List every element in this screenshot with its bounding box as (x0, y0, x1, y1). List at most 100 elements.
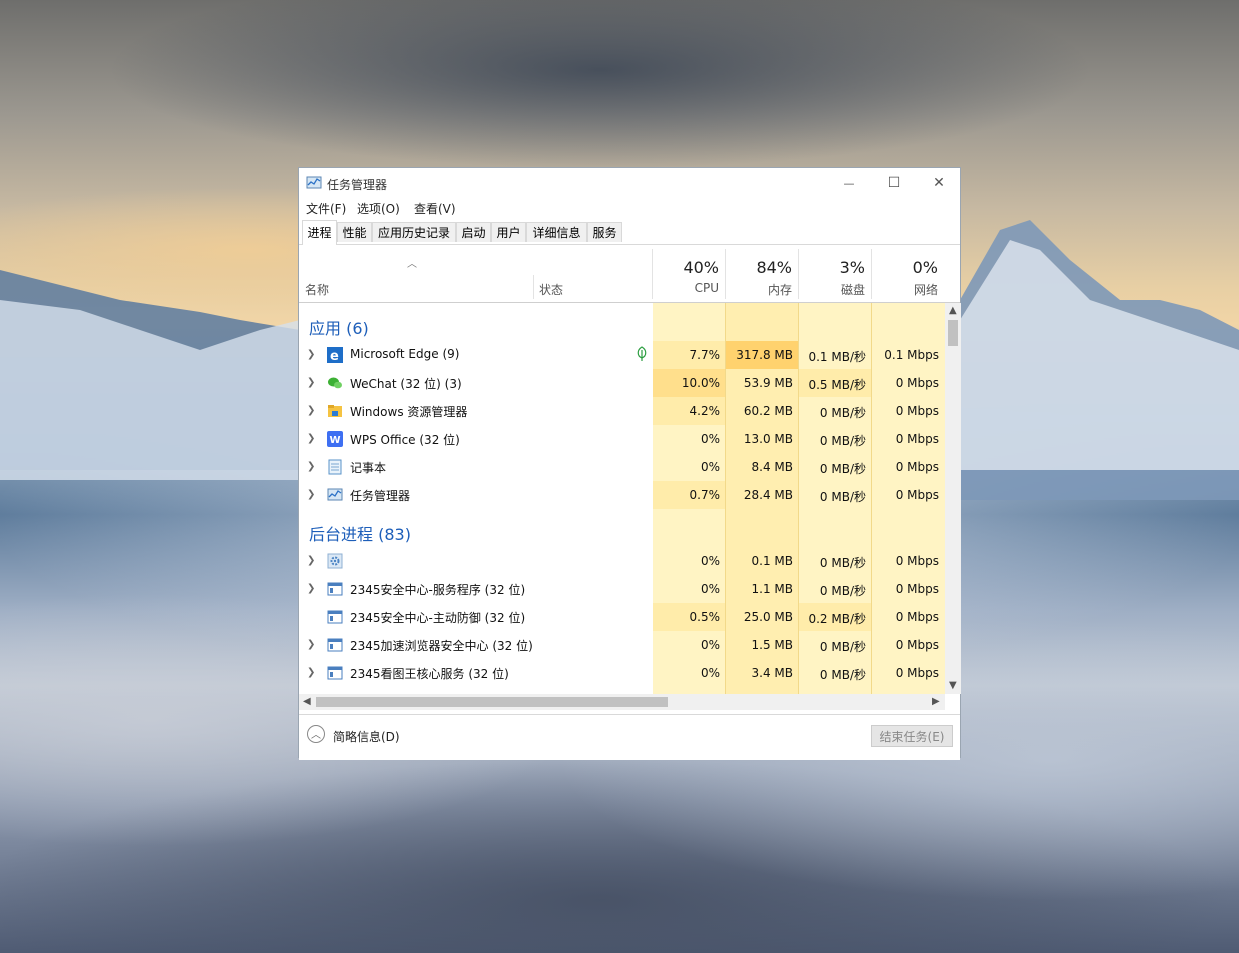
chevron-right-icon[interactable]: ❯ (307, 555, 315, 566)
minimize-icon: — (843, 176, 855, 190)
cpu-total: 40% (683, 258, 719, 277)
disk-value: 0 MB/秒 (819, 462, 866, 476)
scroll-right-icon[interactable]: ▶ (932, 696, 940, 707)
group-background-processes: 后台进程 (83) (309, 525, 411, 544)
fewer-details-label: 简略信息(D) (333, 730, 400, 744)
network-value: 0.1 Mbps (884, 348, 939, 362)
disk-value: 0.1 MB/秒 (808, 350, 866, 364)
maximize-icon: ☐ (887, 175, 901, 191)
disk-value: 0 MB/秒 (819, 584, 866, 598)
tab-users[interactable]: 用户 (491, 222, 526, 242)
group-apps: 应用 (6) (309, 319, 369, 338)
memory-value: 53.9 MB (743, 376, 793, 390)
column-status[interactable]: 状态 (539, 281, 563, 298)
title-bar[interactable]: 任务管理器 — ☐ ✕ (299, 168, 960, 198)
chevron-right-icon[interactable]: ❯ (307, 667, 315, 678)
menu-file[interactable]: 文件(F) (306, 200, 346, 217)
vertical-scrollbar[interactable]: ▲ ▼ (945, 303, 961, 694)
network-value: 0 Mbps (895, 404, 939, 418)
process-row[interactable]: ❯ 0% 0.1 MB 0 MB/秒 0 Mbps (299, 547, 945, 575)
memory-label: 内存 (767, 283, 792, 297)
scroll-left-icon[interactable]: ◀ (303, 696, 311, 707)
tab-services[interactable]: 服务 (587, 222, 622, 242)
process-row[interactable]: ❯ 任务管理器 0.7% 28.4 MB 0 MB/秒 0 Mbps (299, 481, 945, 509)
memory-value: 13.0 MB (743, 432, 793, 446)
process-name: Windows 资源管理器 (350, 405, 468, 419)
cpu-value: 0.7% (689, 488, 721, 502)
task-manager-window: 任务管理器 — ☐ ✕ 文件(F) 选项(O) 查看(V) 进程 性能 应用历史… (298, 167, 961, 760)
process-row[interactable]: ❯ Windows 资源管理器 4.2% 60.2 MB 0 MB/秒 0 Mb… (299, 397, 945, 425)
end-task-button[interactable]: 结束任务(E) (871, 725, 953, 747)
scroll-down-icon[interactable]: ▼ (949, 680, 957, 691)
process-row[interactable]: ❯ WeChat (32 位) (3) 10.0% 53.9 MB 0.5 MB… (299, 369, 945, 397)
service-window-icon (327, 582, 343, 596)
cpu-value: 0% (700, 638, 720, 652)
cpu-label: CPU (694, 281, 719, 295)
disk-total: 3% (839, 258, 865, 277)
tab-details[interactable]: 详细信息 (526, 222, 587, 242)
memory-value: 28.4 MB (743, 488, 793, 502)
process-row[interactable]: ❯ W WPS Office (32 位) 0% 13.0 MB 0 MB/秒 … (299, 425, 945, 453)
disk-value: 0 MB/秒 (819, 668, 866, 682)
window-title: 任务管理器 (327, 178, 388, 192)
column-name[interactable]: 名称 (305, 281, 329, 298)
menu-options[interactable]: 选项(O) (357, 200, 400, 217)
close-button[interactable]: ✕ (916, 168, 962, 198)
minimize-button[interactable]: — (826, 168, 872, 198)
memory-value: 60.2 MB (743, 404, 793, 418)
cpu-value: 0% (700, 460, 720, 474)
memory-value: 0.1 MB (751, 554, 793, 568)
process-name: 记事本 (350, 461, 387, 475)
process-name: 2345看图王核心服务 (32 位) (350, 667, 509, 681)
disk-value: 0 MB/秒 (819, 556, 866, 570)
scroll-up-icon[interactable]: ▲ (949, 305, 957, 316)
process-row[interactable]: ❯ 2345安全中心-服务程序 (32 位) 0% 1.1 MB 0 MB/秒 … (299, 575, 945, 603)
horizontal-scrollbar[interactable]: ◀ ▶ (299, 694, 945, 710)
chevron-right-icon[interactable]: ❯ (307, 639, 315, 650)
chevron-right-icon[interactable]: ❯ (307, 461, 315, 472)
vertical-scroll-thumb[interactable] (948, 320, 958, 346)
memory-value: 8.4 MB (751, 460, 793, 474)
memory-value: 1.5 MB (751, 638, 793, 652)
chevron-right-icon[interactable]: ❯ (307, 433, 315, 444)
cpu-value: 10.0% (681, 376, 720, 390)
chevron-right-icon[interactable]: ❯ (307, 583, 315, 594)
disk-value: 0 MB/秒 (819, 406, 866, 420)
horizontal-scroll-thumb[interactable] (316, 697, 668, 707)
tab-app-history[interactable]: 应用历史记录 (372, 222, 456, 242)
svg-text:e: e (330, 349, 339, 363)
chevron-right-icon[interactable]: ❯ (307, 349, 315, 360)
tab-processes[interactable]: 进程 (302, 220, 337, 245)
wechat-icon (328, 377, 342, 389)
tab-startup[interactable]: 启动 (456, 222, 491, 242)
process-name: 2345加速浏览器安全中心 (32 位) (350, 639, 533, 653)
maximize-button[interactable]: ☐ (871, 168, 917, 198)
chevron-right-icon[interactable]: ❯ (307, 489, 315, 500)
network-value: 0 Mbps (895, 554, 939, 568)
chevron-right-icon[interactable]: ❯ (307, 377, 315, 388)
disk-value: 0 MB/秒 (819, 434, 866, 448)
process-row[interactable]: ❯ 2345加速浏览器安全中心 (32 位) 0% 1.5 MB 0 MB/秒 … (299, 631, 945, 659)
menu-view[interactable]: 查看(V) (414, 200, 456, 217)
network-value: 0 Mbps (895, 460, 939, 474)
process-row[interactable]: 2345安全中心-主动防御 (32 位) 0.5% 25.0 MB 0.2 MB… (299, 603, 945, 631)
process-row[interactable]: ❯ 记事本 0% 8.4 MB 0 MB/秒 0 Mbps (299, 453, 945, 481)
disk-label: 磁盘 (840, 283, 865, 297)
edge-icon: e (327, 347, 343, 363)
network-value: 0 Mbps (895, 582, 939, 596)
process-row[interactable]: ❯ 2345看图王核心服务 (32 位) 0% 3.4 MB 0 MB/秒 0 … (299, 659, 945, 687)
network-total: 0% (912, 258, 938, 277)
tab-performance[interactable]: 性能 (337, 222, 372, 242)
process-name: Microsoft Edge (9) (350, 347, 460, 361)
memory-value: 25.0 MB (743, 610, 793, 624)
process-row[interactable]: ❯ e Microsoft Edge (9) 7.7% 317.8 MB 0.1… (299, 341, 945, 369)
tab-strip: 进程 性能 应用历史记录 启动 用户 详细信息 服务 (299, 220, 960, 245)
cpu-value: 0% (700, 432, 720, 446)
process-name: 2345安全中心-服务程序 (32 位) (350, 583, 526, 597)
network-value: 0 Mbps (895, 488, 939, 502)
chevron-right-icon[interactable]: ❯ (307, 405, 315, 416)
menu-bar: 文件(F) 选项(O) 查看(V) (299, 198, 960, 218)
service-window-icon (327, 666, 343, 680)
cpu-value: 0% (700, 666, 720, 680)
task-manager-icon (306, 176, 322, 189)
